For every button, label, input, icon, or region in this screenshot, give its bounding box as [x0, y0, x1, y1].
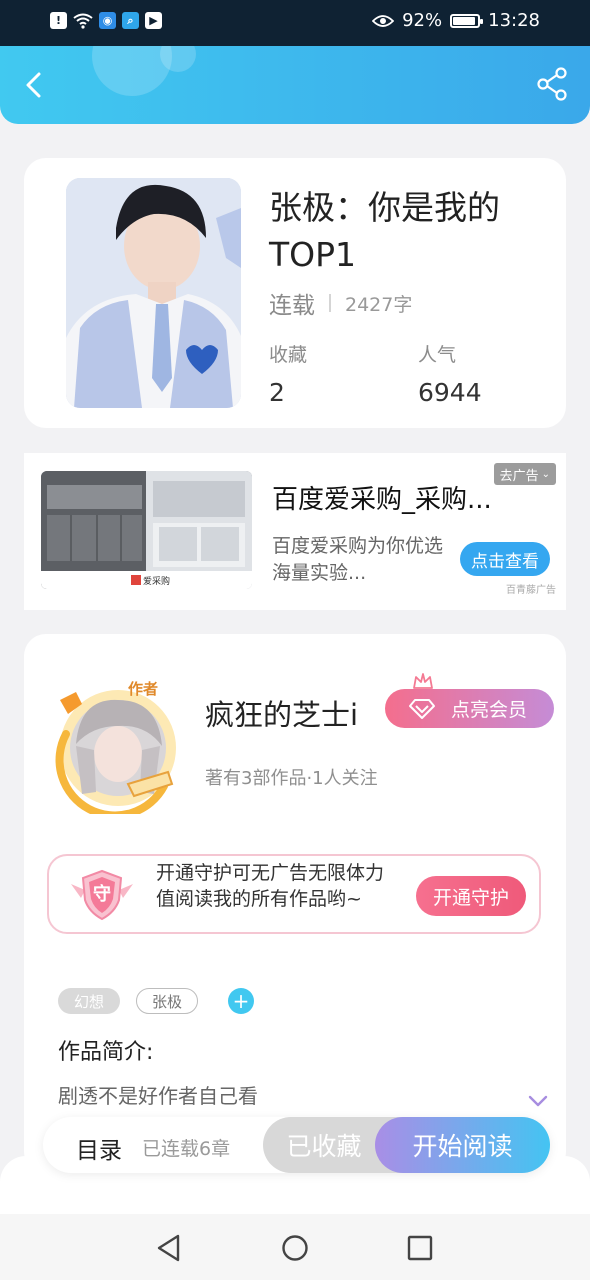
intro-label: 作品简介:	[58, 1040, 154, 1065]
author-card: 作者 疯狂的芝士i 点亮会员 著有3部作品·1人关注 守 开通守护可无广告无限体…	[24, 634, 566, 1174]
toc-button[interactable]: 目录	[76, 1131, 122, 1165]
popularity-label: 人气	[418, 344, 457, 366]
bottom-action-bar: 目录 已连载6章 已收藏 开始阅读	[43, 1117, 550, 1173]
header-bar	[0, 46, 590, 124]
author-badge: 作者	[128, 680, 159, 698]
tag-zhangji[interactable]: 张极	[136, 988, 198, 1014]
guard-text: 开通守护可无广告无限体力值阅读我的所有作品哟~	[156, 862, 385, 910]
vip-button-label: 点亮会员	[451, 699, 528, 721]
word-count: 2427字	[345, 293, 413, 316]
ad-banner[interactable]: 爱采购 百度爱采购_采购... 百度爱采购为你优选海量实验... 点击查看 去广…	[24, 453, 566, 610]
book-cover[interactable]	[66, 178, 241, 408]
battery-percent: 92%	[402, 10, 443, 31]
ad-logo-text: 爱采购	[143, 577, 171, 587]
guard-banner: 守 开通守护可无广告无限体力值阅读我的所有作品哟~ 开通守护	[47, 854, 541, 934]
vip-button[interactable]: 点亮会员	[385, 689, 554, 728]
author-avatar[interactable]: 作者	[46, 674, 186, 820]
divider	[329, 294, 331, 312]
back-icon[interactable]	[18, 68, 52, 102]
alert-icon: !	[50, 12, 67, 29]
avatar-image	[55, 690, 176, 820]
status-icons-right: 92% 13:28	[372, 10, 540, 31]
bulb-app-icon: ◉	[99, 12, 116, 29]
ad-source: 百青藤广告	[506, 585, 556, 596]
battery-level	[453, 16, 476, 25]
cover-image	[66, 178, 241, 408]
favorited-label: 已收藏	[286, 1132, 362, 1161]
crown-icon	[413, 673, 433, 689]
ad-cta-button[interactable]: 点击查看	[460, 542, 550, 576]
popularity-value: 6944	[418, 378, 482, 407]
book-title: 张极：你是我的TOP1	[269, 188, 500, 274]
favorites-value: 2	[269, 378, 285, 407]
serial-status: 连载	[269, 293, 315, 319]
book-info-card: 张极：你是我的TOP1 连载 2427字 收藏 2 人气 6944	[24, 158, 566, 428]
ad-close-button[interactable]: 去广告 ⌄	[493, 463, 556, 485]
eye-icon	[372, 14, 395, 27]
status-icons-left: ! ◉ ⌕ ▶	[50, 12, 162, 29]
favorites-label: 收藏	[269, 344, 308, 366]
tag-fantasy[interactable]: 幻想	[58, 988, 120, 1014]
book-status-line: 连载 2427字	[269, 286, 412, 320]
nav-recents-icon[interactable]	[407, 1235, 433, 1261]
diamond-icon	[409, 698, 435, 719]
wifi-icon	[73, 13, 93, 29]
shield-icon-label: 守	[93, 884, 111, 905]
ad-photo	[41, 471, 252, 589]
plus-icon: +	[232, 989, 250, 1013]
start-reading-button[interactable]: 开始阅读	[375, 1117, 550, 1173]
add-tag-button[interactable]: +	[228, 988, 254, 1014]
share-icon[interactable]	[532, 64, 572, 104]
chevron-down-icon[interactable]	[528, 1094, 548, 1108]
chapter-count: 已连载6章	[142, 1138, 231, 1160]
ad-image[interactable]: 爱采购	[41, 471, 252, 589]
ad-close-label: 去广告	[499, 468, 539, 484]
author-meta: 著有3部作品·1人关注	[205, 768, 378, 789]
ad-description: 百度爱采购为你优选海量实验...	[272, 535, 444, 584]
nav-back-icon[interactable]	[155, 1233, 183, 1263]
search-app-icon: ⌕	[122, 12, 139, 29]
guard-button[interactable]: 开通守护	[416, 876, 526, 916]
system-nav-bar	[0, 1214, 590, 1280]
play-app-icon: ▶	[145, 12, 162, 29]
ad-title[interactable]: 百度爱采购_采购...	[272, 479, 492, 516]
chevron-down-icon: ⌄	[541, 468, 550, 480]
status-bar: ! ◉ ⌕ ▶ 92% 13:28	[0, 0, 590, 46]
battery-icon	[450, 13, 484, 28]
nav-home-icon[interactable]	[281, 1234, 309, 1262]
clock: 13:28	[488, 10, 540, 31]
intro-text: 剧透不是好作者自己看	[58, 1084, 258, 1108]
author-name[interactable]: 疯狂的芝士i	[205, 692, 358, 734]
